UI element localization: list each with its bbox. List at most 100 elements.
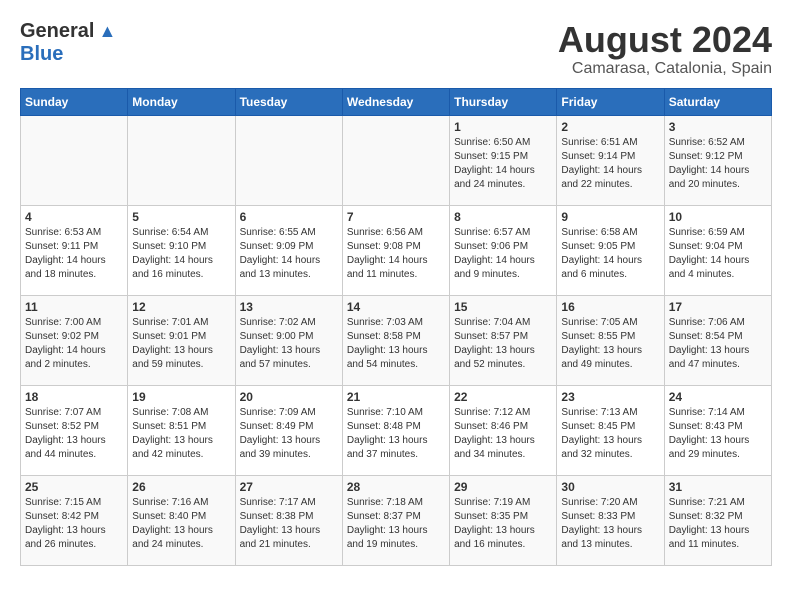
day-info: Sunrise: 7:16 AM Sunset: 8:40 PM Dayligh… [132, 496, 230, 552]
calendar-header: SundayMondayTuesdayWednesdayThursdayFrid… [21, 88, 772, 115]
calendar-cell: 12 Sunrise: 7:01 AM Sunset: 9:01 PM Dayli… [128, 295, 235, 385]
day-info: Sunrise: 7:20 AM Sunset: 8:33 PM Dayligh… [561, 496, 659, 552]
calendar-cell: 9Sunrise: 6:58 AM Sunset: 9:05 PM Daylig… [557, 205, 664, 295]
day-info: Sunrise: 7:08 AM Sunset: 8:51 PM Dayligh… [132, 406, 230, 462]
calendar-cell: 31Sunrise: 7:21 AM Sunset: 8:32 PM Dayli… [664, 475, 771, 565]
day-info: Sunrise: 7:12 AM Sunset: 8:46 PM Dayligh… [454, 406, 552, 462]
day-info: Sunrise: 7:15 AM Sunset: 8:42 PM Dayligh… [25, 496, 123, 552]
day-info: Sunrise: 6:55 AM Sunset: 9:09 PM Dayligh… [240, 226, 338, 282]
calendar-cell: 28Sunrise: 7:18 AM Sunset: 8:37 PM Dayli… [342, 475, 449, 565]
calendar-cell: 15Sunrise: 7:04 AM Sunset: 8:57 PM Dayli… [450, 295, 557, 385]
day-number: 26 [132, 480, 230, 494]
calendar-cell: 2 Sunrise: 6:51 AM Sunset: 9:14 PM Daylig… [557, 115, 664, 205]
day-number: 22 [454, 390, 552, 404]
day-number: 17 [669, 300, 767, 314]
day-info: Sunrise: 7:00 AM Sunset: 9:02 PM Dayligh… [25, 316, 123, 372]
calendar-week-row: 11 Sunrise: 7:00 AM Sunset: 9:02 PM Dayli… [21, 295, 772, 385]
day-number: 18 [25, 390, 123, 404]
calendar-cell: 18 Sunrise: 7:07 AM Sunset: 8:52 PM Dayli… [21, 385, 128, 475]
day-info: Sunrise: 6:56 AM Sunset: 9:08 PM Dayligh… [347, 226, 445, 282]
header-row: SundayMondayTuesdayWednesdayThursdayFrid… [21, 88, 772, 115]
day-info: Sunrise: 7:14 AM Sunset: 8:43 PM Dayligh… [669, 406, 767, 462]
day-info: Sunrise: 7:06 AM Sunset: 8:54 PM Dayligh… [669, 316, 767, 372]
day-number: 10 [669, 210, 767, 224]
day-info: Sunrise: 7:07 AM Sunset: 8:52 PM Dayligh… [25, 406, 123, 462]
day-info: Sunrise: 7:13 AM Sunset: 8:45 PM Dayligh… [561, 406, 659, 462]
calendar-week-row: 25Sunrise: 7:15 AM Sunset: 8:42 PM Dayli… [21, 475, 772, 565]
logo-bird-icon: ▲ [98, 21, 116, 42]
day-info: Sunrise: 7:05 AM Sunset: 8:55 PM Dayligh… [561, 316, 659, 372]
day-of-week-header: Sunday [21, 88, 128, 115]
day-number: 19 [132, 390, 230, 404]
calendar-cell: 5Sunrise: 6:54 AM Sunset: 9:10 PM Daylig… [128, 205, 235, 295]
day-number: 16 [561, 300, 659, 314]
day-info: Sunrise: 6:57 AM Sunset: 9:06 PM Dayligh… [454, 226, 552, 282]
title-block: August 2024 Camarasa, Catalonia, Spain [558, 20, 772, 78]
day-number: 27 [240, 480, 338, 494]
calendar-cell: 25Sunrise: 7:15 AM Sunset: 8:42 PM Dayli… [21, 475, 128, 565]
day-number: 21 [347, 390, 445, 404]
day-info: Sunrise: 7:04 AM Sunset: 8:57 PM Dayligh… [454, 316, 552, 372]
day-info: Sunrise: 7:09 AM Sunset: 8:49 PM Dayligh… [240, 406, 338, 462]
day-info: Sunrise: 7:21 AM Sunset: 8:32 PM Dayligh… [669, 496, 767, 552]
day-info: Sunrise: 7:17 AM Sunset: 8:38 PM Dayligh… [240, 496, 338, 552]
day-number: 20 [240, 390, 338, 404]
day-of-week-header: Tuesday [235, 88, 342, 115]
calendar-week-row: 4Sunrise: 6:53 AM Sunset: 9:11 PM Daylig… [21, 205, 772, 295]
day-info: Sunrise: 6:58 AM Sunset: 9:05 PM Dayligh… [561, 226, 659, 282]
calendar-cell: 14 Sunrise: 7:03 AM Sunset: 8:58 PM Dayli… [342, 295, 449, 385]
calendar-cell: 27 Sunrise: 7:17 AM Sunset: 8:38 PM Dayli… [235, 475, 342, 565]
calendar-cell [21, 115, 128, 205]
day-number: 7 [347, 210, 445, 224]
calendar-week-row: 1Sunrise: 6:50 AM Sunset: 9:15 PM Daylig… [21, 115, 772, 205]
calendar-cell: 21Sunrise: 7:10 AM Sunset: 8:48 PM Dayli… [342, 385, 449, 475]
day-number: 11 [25, 300, 123, 314]
day-info: Sunrise: 6:52 AM Sunset: 9:12 PM Dayligh… [669, 136, 767, 192]
day-info: Sunrise: 6:54 AM Sunset: 9:10 PM Dayligh… [132, 226, 230, 282]
day-info: Sunrise: 7:03 AM Sunset: 8:58 PM Dayligh… [347, 316, 445, 372]
logo-text-blue: Blue [20, 43, 63, 66]
calendar-cell [128, 115, 235, 205]
day-of-week-header: Wednesday [342, 88, 449, 115]
day-number: 14 [347, 300, 445, 314]
day-of-week-header: Saturday [664, 88, 771, 115]
day-of-week-header: Monday [128, 88, 235, 115]
main-title: August 2024 [558, 20, 772, 60]
calendar-cell: 1Sunrise: 6:50 AM Sunset: 9:15 PM Daylig… [450, 115, 557, 205]
calendar-cell: 11 Sunrise: 7:00 AM Sunset: 9:02 PM Dayli… [21, 295, 128, 385]
day-number: 4 [25, 210, 123, 224]
day-of-week-header: Thursday [450, 88, 557, 115]
calendar-cell: 23Sunrise: 7:13 AM Sunset: 8:45 PM Dayli… [557, 385, 664, 475]
calendar-cell: 26 Sunrise: 7:16 AM Sunset: 8:40 PM Dayli… [128, 475, 235, 565]
calendar-cell: 22 Sunrise: 7:12 AM Sunset: 8:46 PM Dayli… [450, 385, 557, 475]
subtitle: Camarasa, Catalonia, Spain [558, 60, 772, 78]
day-number: 24 [669, 390, 767, 404]
calendar-table: SundayMondayTuesdayWednesdayThursdayFrid… [20, 88, 772, 566]
day-info: Sunrise: 7:19 AM Sunset: 8:35 PM Dayligh… [454, 496, 552, 552]
day-info: Sunrise: 7:01 AM Sunset: 9:01 PM Dayligh… [132, 316, 230, 372]
day-number: 3 [669, 120, 767, 134]
day-number: 2 [561, 120, 659, 134]
calendar-week-row: 18 Sunrise: 7:07 AM Sunset: 8:52 PM Dayli… [21, 385, 772, 475]
day-info: Sunrise: 7:02 AM Sunset: 9:00 PM Dayligh… [240, 316, 338, 372]
calendar-cell [235, 115, 342, 205]
day-number: 13 [240, 300, 338, 314]
calendar-cell: 8 Sunrise: 6:57 AM Sunset: 9:06 PM Daylig… [450, 205, 557, 295]
calendar-cell: 17 Sunrise: 7:06 AM Sunset: 8:54 PM Dayli… [664, 295, 771, 385]
calendar-cell: 10 Sunrise: 6:59 AM Sunset: 9:04 PM Dayli… [664, 205, 771, 295]
day-info: Sunrise: 6:51 AM Sunset: 9:14 PM Dayligh… [561, 136, 659, 192]
calendar-body: 1Sunrise: 6:50 AM Sunset: 9:15 PM Daylig… [21, 115, 772, 565]
calendar-cell: 19 Sunrise: 7:08 AM Sunset: 8:51 PM Dayli… [128, 385, 235, 475]
day-number: 8 [454, 210, 552, 224]
day-info: Sunrise: 7:18 AM Sunset: 8:37 PM Dayligh… [347, 496, 445, 552]
day-number: 12 [132, 300, 230, 314]
logo-text-general: General [20, 20, 94, 43]
day-info: Sunrise: 6:59 AM Sunset: 9:04 PM Dayligh… [669, 226, 767, 282]
calendar-cell: 29Sunrise: 7:19 AM Sunset: 8:35 PM Dayli… [450, 475, 557, 565]
calendar-cell: 16 Sunrise: 7:05 AM Sunset: 8:55 PM Dayli… [557, 295, 664, 385]
calendar-cell: 7 Sunrise: 6:56 AM Sunset: 9:08 PM Daylig… [342, 205, 449, 295]
day-number: 30 [561, 480, 659, 494]
day-number: 6 [240, 210, 338, 224]
day-of-week-header: Friday [557, 88, 664, 115]
calendar-cell: 30 Sunrise: 7:20 AM Sunset: 8:33 PM Dayli… [557, 475, 664, 565]
